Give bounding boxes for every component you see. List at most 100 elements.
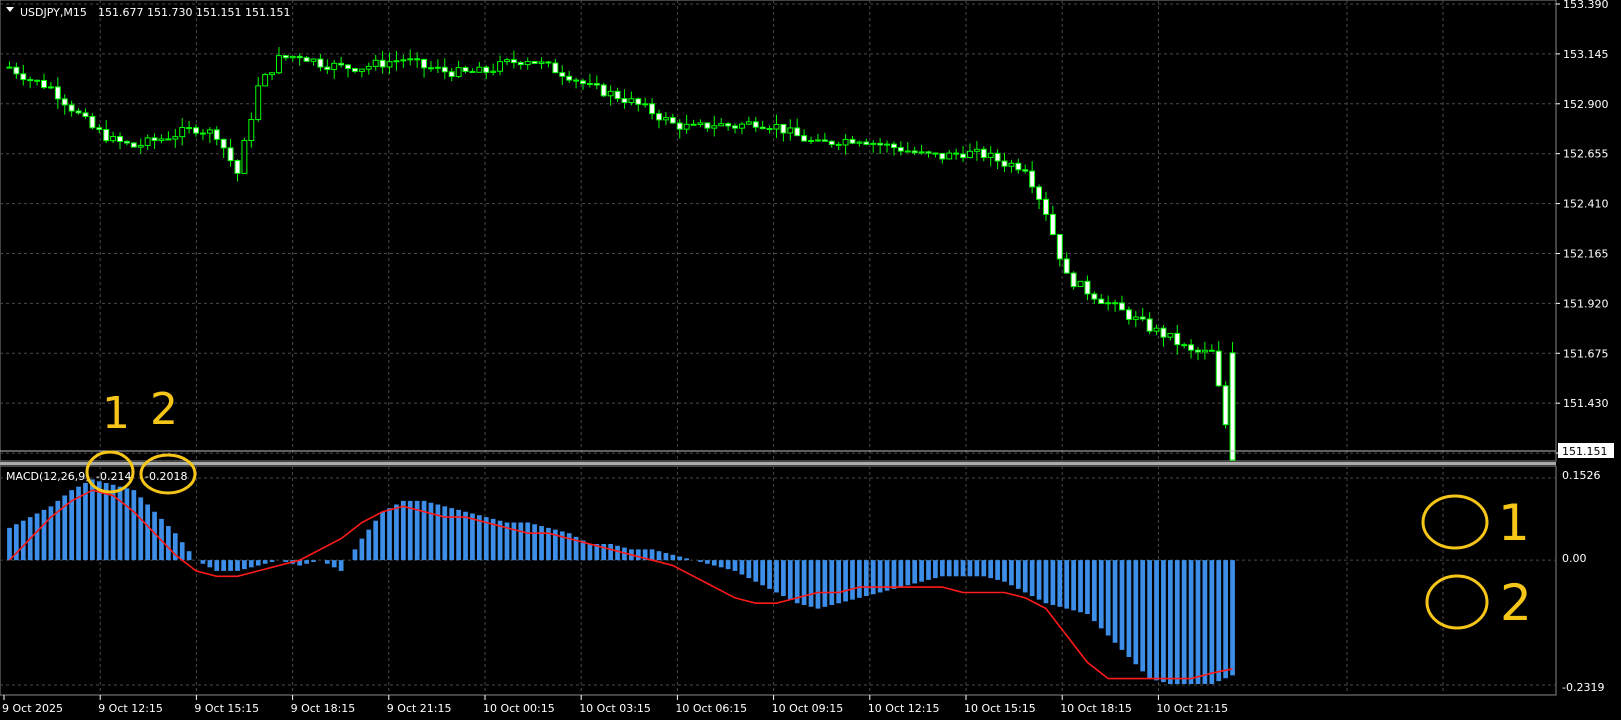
candle-body	[510, 59, 517, 64]
legend-number-1: 1	[1498, 494, 1530, 552]
candle-body	[607, 90, 614, 97]
symbol-label: USDJPY,M15	[20, 6, 87, 19]
candle-body	[1153, 327, 1160, 332]
ohlc-label: 151.677 151.730 151.151 151.151	[98, 6, 290, 19]
candle-body	[676, 122, 683, 130]
candle-body	[6, 66, 13, 69]
candle-body	[884, 143, 890, 146]
candle-body	[1139, 316, 1146, 320]
candle-body	[220, 138, 227, 149]
candle-body	[1174, 332, 1181, 346]
macd-main-value: -0.214	[96, 470, 131, 483]
candle-body	[490, 70, 497, 73]
candle-body	[649, 103, 656, 115]
candle-body	[282, 55, 289, 59]
candle-body	[455, 67, 462, 77]
candle-body	[386, 61, 393, 68]
price-pane[interactable]: USDJPY,M15 151.677 151.730 151.151 151.1…	[0, 0, 1557, 462]
candle-body	[877, 142, 884, 146]
legend-number-2: 2	[1500, 574, 1532, 632]
time-tick-label: 9 Oct 18:15	[291, 702, 356, 715]
candle-body	[973, 148, 980, 152]
candle-body	[123, 140, 130, 144]
candle-body	[573, 79, 580, 82]
candle-body	[462, 67, 469, 72]
candle-body	[683, 123, 690, 130]
macd-axis-bg	[1557, 466, 1621, 695]
candle-body	[586, 83, 593, 86]
time-tick-label: 10 Oct 06:15	[675, 702, 747, 715]
candle-body	[1070, 272, 1077, 288]
price-tick-label: 153.145	[1563, 48, 1609, 61]
pane-separator[interactable]	[0, 462, 1556, 465]
candle-body	[1195, 349, 1201, 353]
candle-body	[110, 136, 117, 142]
candle-body	[794, 127, 801, 137]
candle-body	[324, 66, 331, 70]
candle-body	[1229, 352, 1236, 461]
candle-body	[759, 126, 766, 130]
candle-body	[199, 132, 206, 135]
candle-body	[103, 129, 110, 142]
candle-body	[497, 61, 504, 72]
candle-body	[269, 72, 275, 76]
candle-body	[41, 79, 47, 88]
candle-body	[870, 142, 877, 145]
candle-body	[165, 138, 172, 141]
candle-body	[566, 75, 573, 81]
candle-body	[1091, 293, 1098, 300]
candle-body	[434, 66, 441, 69]
candle-body	[994, 152, 1001, 162]
price-tick-label: 151.920	[1563, 297, 1609, 310]
annotation-number-1: 1	[102, 388, 130, 439]
candle-body	[1063, 258, 1070, 274]
candle-body	[441, 66, 448, 73]
candle-body	[814, 139, 821, 142]
candle-body	[96, 127, 103, 131]
candle-body	[352, 68, 358, 72]
candle-body	[421, 58, 428, 69]
candle-body	[68, 104, 75, 112]
candle-body	[842, 138, 849, 146]
candle-body	[1160, 327, 1167, 338]
candle-body	[531, 61, 538, 64]
candle-body	[1112, 302, 1119, 305]
time-tick-label: 10 Oct 12:15	[868, 702, 940, 715]
candle-body	[414, 58, 421, 61]
time-tick-label: 9 Oct 12:15	[98, 702, 163, 715]
candle-body	[1222, 385, 1229, 426]
candle-body	[780, 123, 787, 134]
candle-body	[289, 55, 296, 59]
time-axis[interactable]: 9 Oct 2025 9 Oct 12:15 9 Oct 15:15 9 Oct 18…	[2, 695, 1228, 715]
candle-body	[856, 141, 863, 144]
macd-axis[interactable]: 0.1526 0.00 -0.2319	[1557, 466, 1621, 695]
candle-body	[1105, 302, 1112, 305]
candle-body	[365, 65, 372, 70]
candle-body	[635, 98, 642, 105]
candle-body	[690, 123, 697, 126]
candle-body	[1132, 316, 1139, 320]
candle-body	[552, 62, 559, 74]
price-tick-label: 152.655	[1563, 148, 1609, 161]
candle-body	[614, 90, 621, 100]
current-price-value: 151.151	[1562, 445, 1608, 458]
time-tick-label: 10 Oct 00:15	[483, 702, 555, 715]
macd-pane[interactable]: MACD(12,26,9) -0.214 -0.2018	[0, 465, 1557, 696]
macd-axis-bottom: -0.2319	[1562, 681, 1604, 694]
candle-body	[787, 127, 794, 134]
candle-body	[918, 151, 925, 154]
candle-body	[890, 143, 897, 149]
candle-body	[234, 160, 241, 174]
price-axis[interactable]: 153.390 153.145 152.900 152.655 152.410 152.1…	[1556, 0, 1621, 461]
candle-body	[953, 152, 960, 155]
candle-body	[358, 68, 365, 72]
time-tick-label: 10 Oct 18:15	[1060, 702, 1132, 715]
candle-body	[1208, 349, 1215, 352]
candle-body	[179, 127, 186, 138]
candle-body	[718, 123, 725, 127]
candle-body	[130, 142, 137, 148]
candle-body	[248, 119, 255, 141]
candle-body	[504, 59, 510, 63]
candle-body	[960, 153, 967, 159]
trading-chart[interactable]: USDJPY,M15 151.677 151.730 151.151 151.1…	[0, 0, 1621, 720]
